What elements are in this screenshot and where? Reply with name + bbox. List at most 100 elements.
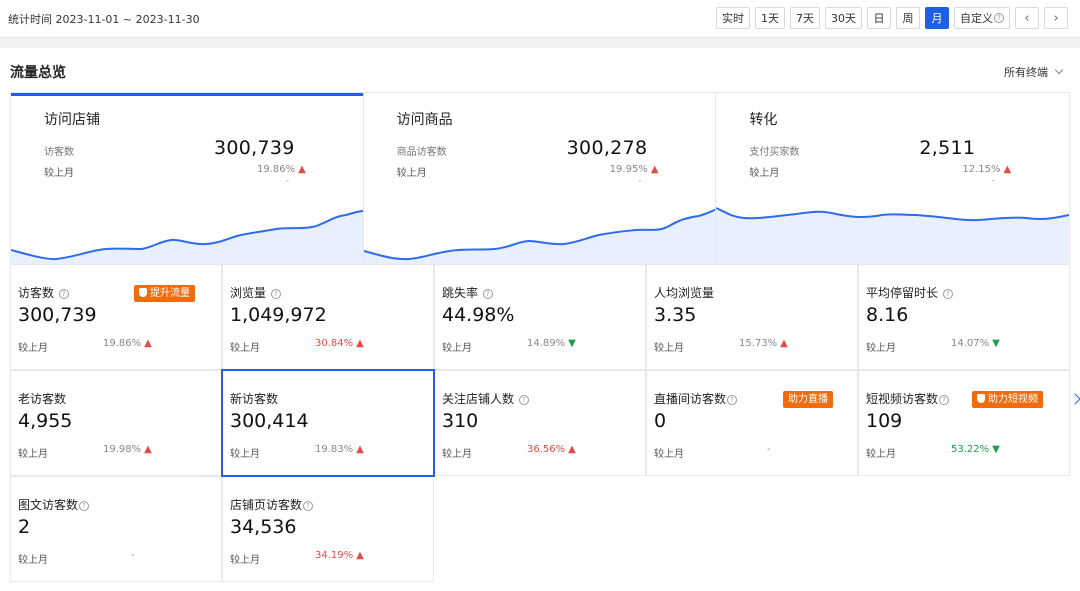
sparkline-products [363, 208, 716, 264]
metric-card-avg-duration[interactable]: 平均停留时长 ? 8.16 较上月 14.07% ▼ [858, 264, 1070, 370]
summary-card-dash: - [991, 176, 995, 185]
period-month-button[interactable]: 月 [925, 7, 949, 29]
metric-value: 34,536 [230, 516, 297, 538]
help-icon: ? [58, 288, 69, 299]
metric-label-text: 平均停留时长 [866, 286, 939, 300]
arrow-up-icon: ▲ [650, 164, 659, 175]
metric-value: 300,414 [230, 410, 309, 432]
period-week-button[interactable]: 周 [896, 7, 920, 29]
metric-card-views-per-visitor[interactable]: 人均浏览量 3.35 较上月 15.73% ▲ [646, 264, 858, 370]
help-icon: ? [79, 500, 90, 511]
date-range-label: 统计时间 [8, 13, 52, 26]
badge-label: 提升流量 [150, 288, 190, 299]
summary-card-products[interactable]: 访问商品 商品访客数 300,278 较上月 19.95% ▲ - [363, 93, 717, 264]
metric-compare: 较上月 [866, 449, 896, 460]
arrow-up-icon: ▲ [144, 444, 152, 455]
change-value: 14.07% [951, 338, 990, 349]
arrow-up-icon: ▲ [144, 338, 152, 349]
help-icon: ? [518, 394, 529, 405]
metric-compare: 较上月 [442, 449, 472, 460]
metric-change: 19.86% ▲ [103, 338, 152, 349]
metric-card-store-page-visitors[interactable]: 店铺页访客数? 34,536 较上月 34.19% ▲ [222, 476, 434, 582]
period-30day-button[interactable]: 30天 [825, 7, 862, 29]
boost-short-video-button[interactable]: 助力短视频 [972, 391, 1043, 408]
change-value: 53.22% [951, 444, 990, 455]
boost-live-button[interactable]: 助力直播 [783, 391, 833, 408]
arrow-down-icon: ▼ [992, 444, 1000, 455]
change-value: 19.86% [103, 338, 142, 349]
change-value: 30.84% [315, 338, 354, 349]
metric-card-visitors[interactable]: 访客数 ? 提升流量 300,739 较上月 19.86% ▲ [10, 264, 222, 370]
arrow-down-icon: ▼ [568, 338, 576, 349]
change-value: 14.89% [527, 338, 566, 349]
chevron-right-icon: › [1053, 10, 1059, 26]
summary-card-conversion[interactable]: 转化 支付买家数 2,511 较上月 12.15% ▲ - [716, 93, 1070, 264]
previous-period-button[interactable]: ‹ [1015, 7, 1039, 29]
metric-label-text: 直播间访客数 [654, 392, 727, 406]
next-period-button[interactable]: › [1044, 7, 1068, 29]
arrow-up-icon: ▲ [298, 164, 306, 175]
metric-card-short-video-visitors[interactable]: 短视频访客数? 助力短视频 109 较上月 53.22% ▼ [858, 370, 1080, 476]
metric-change: 19.98% ▲ [103, 444, 152, 455]
metric-change: 14.89% ▼ [527, 338, 576, 349]
metric-card-live-visitors[interactable]: 直播间访客数? 助力直播 0 较上月 - [646, 370, 858, 476]
arrow-up-icon: ▲ [780, 338, 788, 349]
summary-card-dash: - [286, 176, 289, 185]
period-day-button[interactable]: 日 [867, 7, 891, 29]
help-icon: ? [727, 394, 738, 405]
period-realtime-button[interactable]: 实时 [716, 7, 750, 29]
metric-card-image-text-visitors[interactable]: 图文访客数? 2 较上月 - [10, 476, 222, 582]
metric-label: 短视频访客数? [866, 390, 950, 407]
metric-grid: 访客数 ? 提升流量 300,739 较上月 19.86% ▲ 浏览量 ? 1,0… [10, 264, 1080, 582]
chevron-right-icon[interactable] [1069, 393, 1080, 405]
date-range-value: 2023-11-01 ~ 2023-11-30 [55, 13, 200, 26]
metric-label-text: 关注店铺人数 [442, 392, 515, 406]
terminal-label: 所有终端 [1004, 66, 1048, 79]
summary-card-compare: 较上月 [44, 168, 74, 179]
metric-change: 53.22% ▼ [951, 444, 1000, 455]
metric-compare: 较上月 [230, 343, 260, 354]
date-range: 统计时间 2023-11-01 ~ 2023-11-30 [8, 11, 200, 27]
metric-card-new-visitors[interactable]: 新访客数 300,414 较上月 19.83% ▲ [221, 369, 435, 477]
metric-value: 8.16 [866, 304, 909, 326]
terminal-dropdown[interactable]: 所有终端 [1004, 64, 1064, 80]
summary-card-title: 转化 [749, 112, 778, 128]
period-7day-button[interactable]: 7天 [790, 7, 820, 29]
arrow-up-icon: ▲ [356, 550, 364, 561]
metric-change: 15.73% ▲ [739, 338, 788, 349]
boost-traffic-button[interactable]: 提升流量 [134, 285, 195, 302]
metric-value: 300,739 [18, 304, 97, 326]
metric-label: 直播间访客数? [654, 390, 738, 407]
summary-card-store[interactable]: 访问店铺 访客数 300,739 较上月 19.86% ▲ - [11, 93, 364, 264]
metric-card-bounce-rate[interactable]: 跳失率 ? 44.98% 较上月 14.89% ▼ [434, 264, 646, 370]
metric-change: 34.19% ▲ [315, 550, 364, 561]
change-value: 12.15% [962, 164, 1001, 175]
metric-card-returning-visitors[interactable]: 老访客数 4,955 较上月 19.98% ▲ [10, 370, 222, 476]
metric-compare: 较上月 [442, 343, 472, 354]
metric-label: 访客数 ? [18, 284, 69, 301]
metric-label: 关注店铺人数 ? [442, 390, 529, 407]
metric-label: 平均停留时长 ? [866, 284, 953, 301]
topbar: 统计时间 2023-11-01 ~ 2023-11-30 实时 1天 7天 30… [0, 0, 1080, 38]
arrow-up-icon: ▲ [1003, 164, 1012, 175]
arrow-up-icon: ▲ [356, 338, 364, 349]
metric-value: 2 [18, 516, 31, 538]
metric-label: 图文访客数? [18, 496, 90, 513]
metric-card-pageviews[interactable]: 浏览量 ? 1,049,972 较上月 30.84% ▲ [222, 264, 434, 370]
help-icon: ? [303, 500, 314, 511]
period-custom-button[interactable]: 自定义? [954, 7, 1010, 29]
summary-card-dash: - [638, 176, 642, 185]
summary-card-label: 支付买家数 [749, 147, 800, 158]
summary-card-title: 访问商品 [396, 112, 453, 128]
change-value: 34.19% [315, 550, 354, 561]
help-icon: ? [939, 394, 950, 405]
period-1day-button[interactable]: 1天 [755, 7, 785, 29]
metric-card-store-followers[interactable]: 关注店铺人数 ? 310 较上月 36.56% ▲ [434, 370, 646, 476]
metric-change: 14.07% ▼ [951, 338, 1000, 349]
metric-compare: 较上月 [654, 343, 684, 354]
change-value: 36.56% [527, 444, 566, 455]
metric-label-text: 访客数 [18, 286, 55, 300]
metric-value: 3.35 [654, 304, 697, 326]
sparkline-conversion [716, 207, 1070, 264]
change-value: 19.83% [315, 444, 354, 455]
